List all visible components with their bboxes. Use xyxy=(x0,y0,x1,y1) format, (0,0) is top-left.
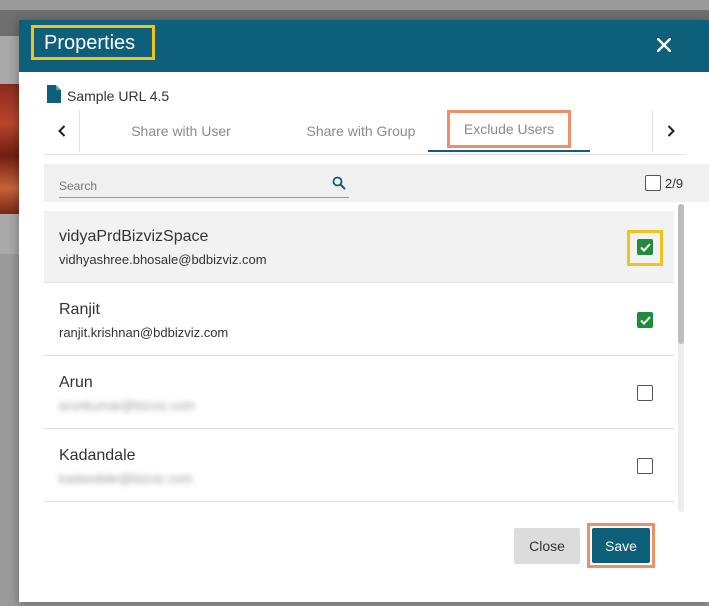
file-info: Sample URL 4.5 xyxy=(47,84,170,108)
search-icon[interactable] xyxy=(332,176,348,192)
close-button[interactable]: Close xyxy=(514,528,580,564)
select-all: 2/9 xyxy=(645,175,683,191)
user-email: vidhyashree.bhosale@bdbizviz.com xyxy=(59,252,267,267)
scrollbar-thumb[interactable] xyxy=(678,204,684,344)
user-name: Arun xyxy=(59,374,93,391)
select-all-checkbox[interactable] xyxy=(645,175,661,191)
save-button[interactable]: Save xyxy=(592,528,650,563)
user-email: kadandale@bizviz.com xyxy=(59,471,193,486)
user-checkbox[interactable] xyxy=(637,458,653,474)
dialog-title: Properties xyxy=(44,32,136,54)
tab-exclude-users-label[interactable]: Exclude Users xyxy=(447,110,571,148)
list-item[interactable]: Arun arunkumar@bizviz.com xyxy=(44,357,674,429)
user-checkbox[interactable] xyxy=(637,239,653,255)
backdrop-image xyxy=(0,84,20,214)
list-scrollbar[interactable] xyxy=(678,204,684,512)
user-email: ranjit.krishnan@bdbizviz.com xyxy=(59,325,229,340)
user-name: Ranjit xyxy=(59,301,100,318)
search-bar: 2/9 xyxy=(44,164,709,202)
list-item[interactable]: vidyaPrdBizvizSpace vidhyashree.bhosale@… xyxy=(44,211,674,283)
user-name: vidyaPrdBizvizSpace xyxy=(59,228,209,245)
title-highlight: Properties xyxy=(31,25,155,60)
list-item[interactable]: Kadandale kadandale@bizviz.com xyxy=(44,430,674,502)
chevron-left-icon[interactable] xyxy=(44,110,80,152)
user-checkbox[interactable] xyxy=(637,385,653,401)
list-item[interactable]: Ranjit ranjit.krishnan@bdbizviz.com xyxy=(44,284,674,356)
file-name: Sample URL 4.5 xyxy=(67,88,170,104)
user-list: vidyaPrdBizvizSpace vidhyashree.bhosale@… xyxy=(44,211,674,503)
tab-share-with-group[interactable]: Share with Group xyxy=(276,110,446,152)
tab-bar: Share with User Share with Group Exclude… xyxy=(44,110,686,156)
user-email: arunkumar@bizviz.com xyxy=(59,398,196,413)
user-name: Kadandale xyxy=(59,447,136,464)
dialog-header: Properties xyxy=(19,20,709,72)
properties-dialog: Properties Sample URL 4.5 Share with Use… xyxy=(19,20,709,602)
user-checkbox[interactable] xyxy=(637,312,653,328)
close-icon[interactable] xyxy=(653,34,675,56)
document-icon xyxy=(47,84,61,108)
tab-share-with-user[interactable]: Share with User xyxy=(106,110,256,152)
search-input[interactable] xyxy=(59,174,349,198)
selection-count: 2/9 xyxy=(665,175,684,191)
chevron-right-icon[interactable] xyxy=(652,110,688,152)
tab-divider xyxy=(44,154,686,155)
